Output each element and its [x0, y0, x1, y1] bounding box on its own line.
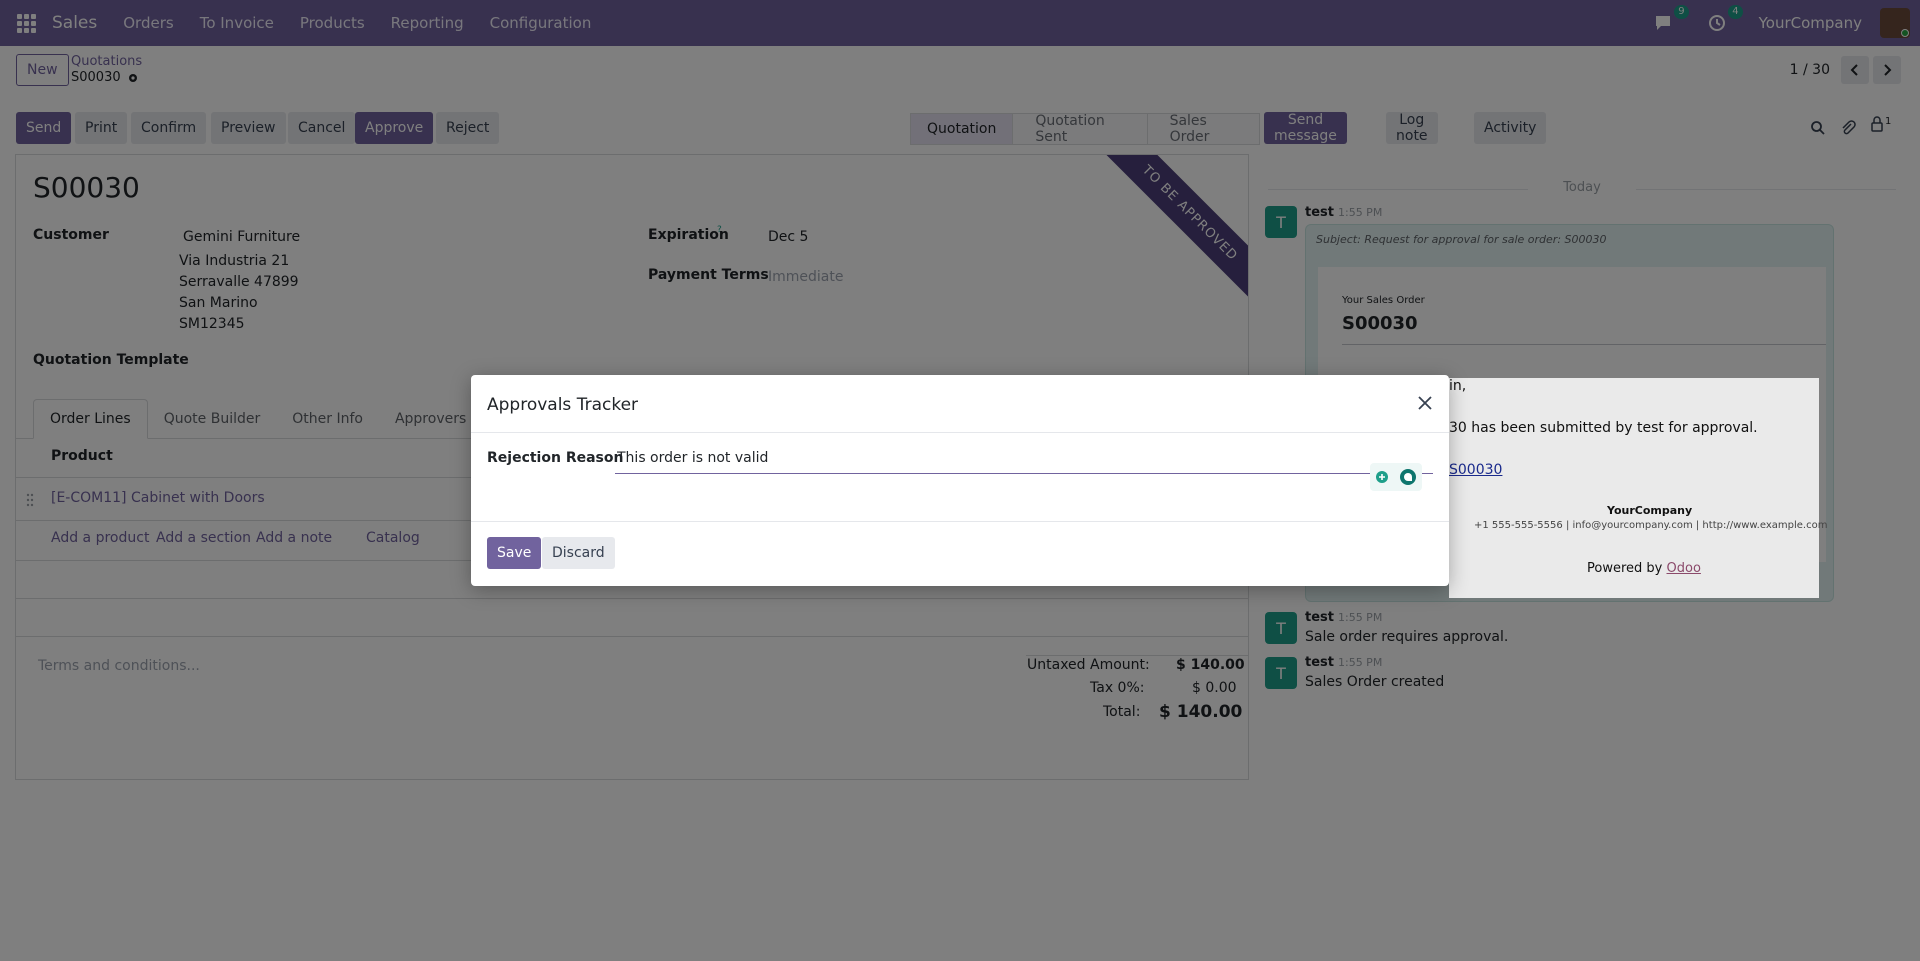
ai-suggest-icon[interactable]	[1374, 469, 1390, 485]
dialog-header-separator	[471, 432, 1449, 433]
ai-assist-buttons	[1370, 463, 1422, 491]
dialog-footer-separator	[471, 521, 1449, 522]
approvals-dialog: Approvals Tracker Rejection Reason Save …	[471, 375, 1449, 586]
rejection-reason-input[interactable]	[615, 443, 1433, 474]
ai-chat-icon[interactable]	[1398, 467, 1418, 487]
discard-button[interactable]: Discard	[542, 537, 615, 569]
dialog-title: Approvals Tracker	[487, 395, 639, 415]
close-icon[interactable]	[1415, 393, 1435, 413]
rejection-reason-label: Rejection Reason	[487, 450, 624, 466]
save-button[interactable]: Save	[487, 537, 542, 569]
